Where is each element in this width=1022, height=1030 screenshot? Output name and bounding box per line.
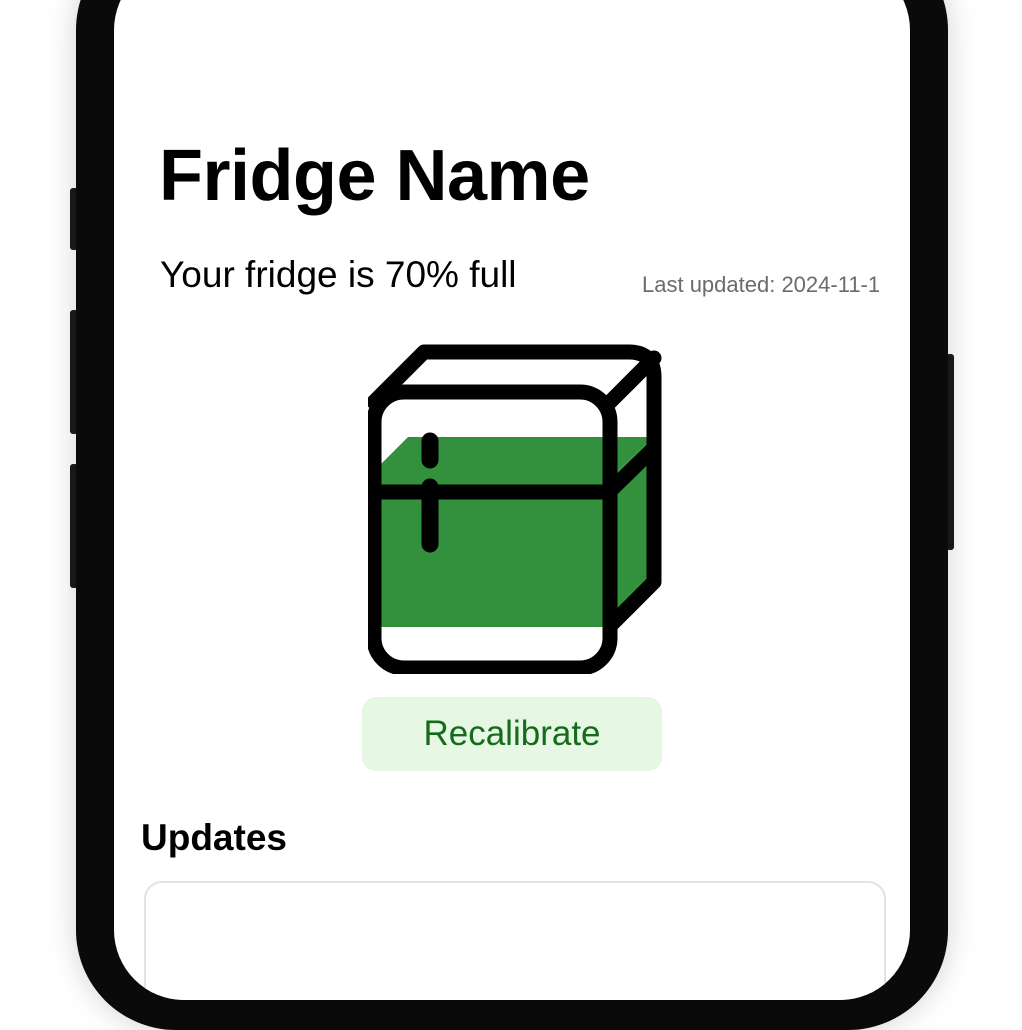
- page-title: Fridge Name: [159, 136, 590, 216]
- fill-status-text: Your fridge is 70% full: [160, 254, 517, 295]
- last-updated-text: Last updated: 2024-11-1: [642, 272, 881, 297]
- recalibrate-button[interactable]: Recalibrate: [362, 697, 662, 771]
- app-screen: Fridge Name Your fridge is 70% full Last…: [114, 0, 910, 1000]
- updates-list-card: [144, 881, 886, 1000]
- fridge-icon: [368, 344, 662, 674]
- updates-section-title: Updates: [141, 817, 287, 858]
